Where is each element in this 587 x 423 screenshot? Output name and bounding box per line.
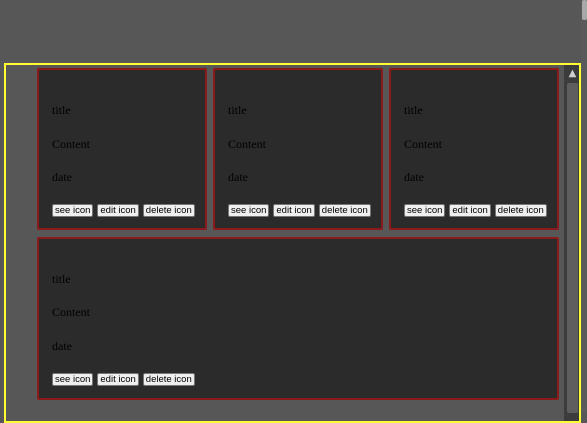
edit-button[interactable]: edit icon <box>97 204 139 217</box>
card-actions: see icon edit icon delete icon <box>52 373 195 386</box>
card-actions: see icon edit icon delete icon <box>228 204 371 217</box>
delete-button[interactable]: delete icon <box>494 204 547 217</box>
see-button[interactable]: see icon <box>228 204 270 217</box>
see-button[interactable]: see icon <box>52 204 94 217</box>
card-date: date <box>52 170 72 184</box>
scroll-up-arrow-icon[interactable]: ▲ <box>564 65 579 82</box>
card-actions: see icon edit icon delete icon <box>52 204 195 217</box>
scroll-thumb[interactable] <box>567 83 578 413</box>
edit-button[interactable]: edit icon <box>273 204 315 217</box>
delete-button[interactable]: delete icon <box>142 204 195 217</box>
card-content: Content <box>52 305 90 319</box>
card-1: title Content date see icon edit icon de… <box>37 68 207 230</box>
card-2: title Content date see icon edit icon de… <box>213 68 383 230</box>
card-3: title Content date see icon edit icon de… <box>389 68 559 230</box>
card-title: title <box>52 103 71 117</box>
delete-button[interactable]: delete icon <box>142 373 195 386</box>
container-scrollbar[interactable]: ▲ <box>564 65 579 421</box>
edit-button[interactable]: edit icon <box>449 204 491 217</box>
card-title: title <box>228 103 247 117</box>
card-content: Content <box>52 137 90 151</box>
card-date: date <box>52 339 72 353</box>
card-title: title <box>404 103 423 117</box>
see-button[interactable]: see icon <box>404 204 446 217</box>
card-4: title Content date see icon edit icon de… <box>37 237 559 400</box>
see-button[interactable]: see icon <box>52 373 94 386</box>
card-title: title <box>52 272 71 286</box>
window-scrollbar[interactable] <box>581 0 587 412</box>
cards-container: title Content date see icon edit icon de… <box>4 63 581 423</box>
edit-button[interactable]: edit icon <box>97 373 139 386</box>
card-content: Content <box>404 137 442 151</box>
window-scroll-thumb[interactable] <box>582 0 587 20</box>
card-date: date <box>228 170 248 184</box>
card-date: date <box>404 170 424 184</box>
card-content: Content <box>228 137 266 151</box>
delete-button[interactable]: delete icon <box>318 204 371 217</box>
card-actions: see icon edit icon delete icon <box>404 204 547 217</box>
